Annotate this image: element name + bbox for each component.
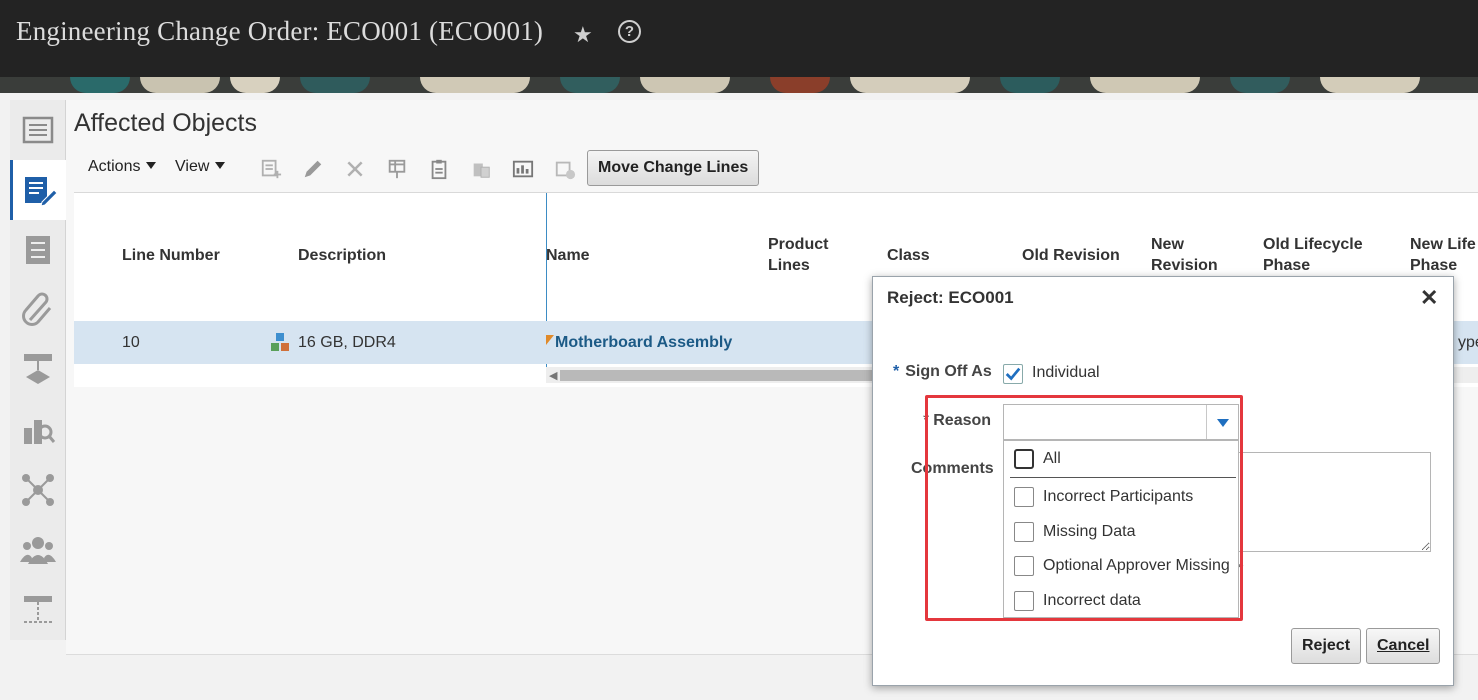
chevron-down-icon [146, 162, 157, 169]
column-header-line: New Life [1410, 236, 1476, 253]
left-icon-rail [10, 100, 66, 640]
flow-icon[interactable] [10, 340, 66, 400]
sign-off-as-text: Sign Off As [905, 363, 992, 380]
column-header-line: Phase [1263, 257, 1311, 274]
required-mark: * [893, 363, 900, 380]
help-icon[interactable]: ? [618, 20, 641, 43]
paste-icon[interactable] [466, 154, 496, 184]
app-header: Engineering Change Order: ECO001 (ECO001… [0, 0, 1478, 77]
page-header-title: Engineering Change Order: ECO001 (ECO001… [16, 16, 544, 46]
close-icon[interactable]: ✕ [1420, 285, 1438, 311]
reject-dialog: Reject: ECO001 ✕ * Sign Off As Individual… [872, 276, 1454, 686]
column-header-class[interactable]: Class [887, 245, 930, 266]
actions-menu[interactable]: Actions [88, 158, 157, 176]
individual-checkbox[interactable] [1003, 364, 1023, 384]
column-header-old-lifecycle-phase[interactable]: Old Lifecycle Phase [1263, 234, 1363, 276]
annotation-highlight-box [925, 395, 1243, 621]
structure-icon[interactable] [10, 580, 66, 640]
actions-menu-label: Actions [88, 158, 141, 175]
column-header-line-number[interactable]: Line Number [122, 245, 220, 266]
scrollbar-thumb[interactable] [560, 370, 880, 381]
report-icon[interactable] [508, 154, 538, 184]
column-header-line: Phase [1410, 257, 1458, 274]
column-header-new-revision[interactable]: New Revision [1151, 234, 1218, 276]
column-header-new-lifecycle-phase[interactable]: New Life Phase [1410, 234, 1476, 276]
column-header-name[interactable]: Name [546, 245, 590, 266]
search-docs-icon[interactable] [10, 400, 66, 460]
decorative-banner [0, 77, 1478, 93]
view-menu-label: View [175, 158, 210, 175]
view-menu[interactable]: View [175, 158, 226, 176]
people-icon[interactable] [10, 520, 66, 580]
cell-line-number: 10 [122, 334, 140, 351]
sign-off-as-label: * Sign Off As [893, 363, 992, 381]
cancel-button[interactable]: Cancel [1366, 628, 1441, 664]
checklist-icon[interactable] [10, 220, 66, 280]
column-header-line: New [1151, 236, 1184, 253]
attachment-icon[interactable] [10, 280, 66, 340]
reject-button[interactable]: Reject [1291, 628, 1362, 664]
column-header-description[interactable]: Description [298, 245, 386, 266]
page-title: Affected Objects [74, 109, 257, 137]
add-row-icon[interactable] [256, 154, 286, 184]
flag-icon [546, 332, 554, 345]
dialog-title: Reject: ECO001 [887, 288, 1014, 307]
favorite-star-icon[interactable]: ★ [573, 22, 593, 48]
move-change-lines-button[interactable]: Move Change Lines [587, 150, 760, 186]
column-header-line: Revision [1151, 257, 1218, 274]
table-settings-icon[interactable] [382, 154, 412, 184]
column-header-old-revision[interactable]: Old Revision [1022, 245, 1120, 266]
affected-objects-icon[interactable] [10, 160, 66, 220]
column-header-line: Product [768, 236, 829, 253]
overview-icon[interactable] [10, 100, 66, 160]
toolbar: Actions View Move Change Lines [66, 150, 1478, 188]
edit-pencil-icon[interactable] [298, 154, 328, 184]
scroll-left-icon[interactable]: ◀ [549, 369, 557, 382]
delete-x-icon[interactable] [340, 154, 370, 184]
schedule-add-icon[interactable] [550, 154, 580, 184]
cell-truncated: ype [1458, 334, 1478, 351]
network-icon[interactable] [10, 460, 66, 520]
item-class-icon [270, 332, 290, 352]
individual-label: Individual [1032, 364, 1100, 381]
column-header-product-lines[interactable]: Product Lines [768, 234, 828, 276]
column-header-line: Lines [768, 257, 810, 274]
clipboard-icon[interactable] [424, 154, 454, 184]
cell-description: 16 GB, DDR4 [298, 334, 396, 351]
column-header-line: Old Lifecycle [1263, 236, 1363, 253]
cell-name-link[interactable]: Motherboard Assembly [555, 334, 732, 352]
chevron-down-icon [215, 162, 226, 169]
